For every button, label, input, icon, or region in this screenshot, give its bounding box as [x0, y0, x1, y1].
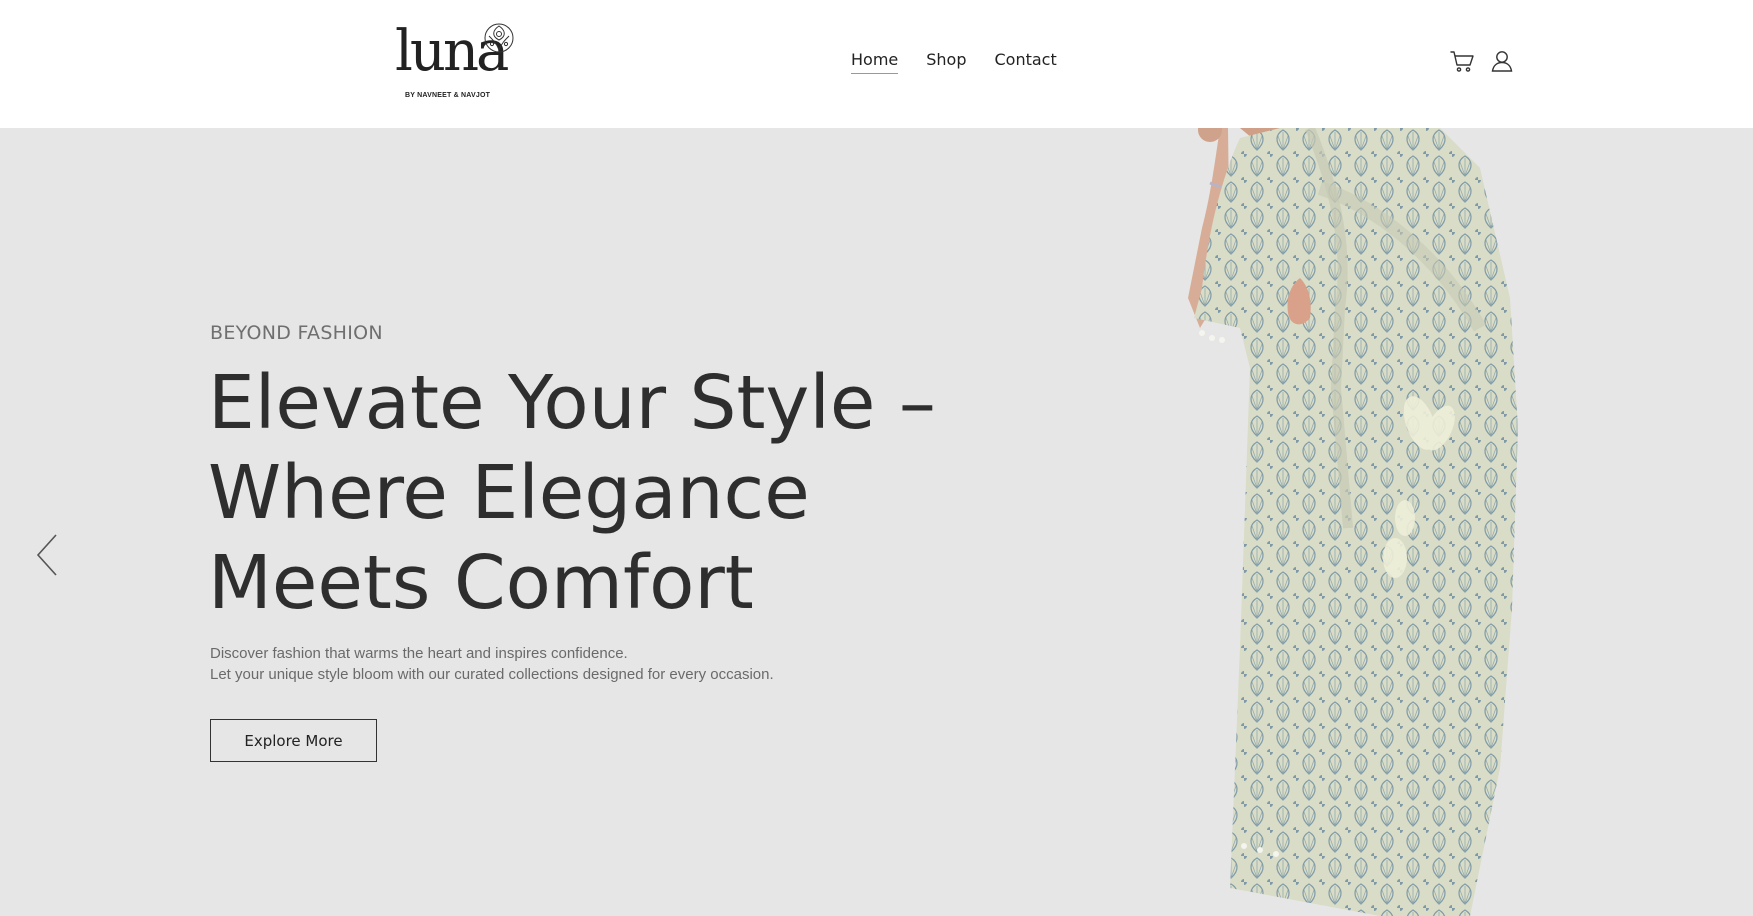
description-line: Discover fashion that warms the heart an… — [210, 645, 628, 662]
brand-logo[interactable]: luna BY NAVNEET & NAVJOT — [393, 18, 523, 104]
chevron-left-icon[interactable] — [32, 533, 62, 577]
flower-icon — [484, 23, 514, 53]
nav-contact[interactable]: Contact — [995, 50, 1057, 74]
user-icon[interactable] — [1489, 48, 1515, 74]
headline-line: Where Elegance — [208, 450, 810, 536]
cart-icon[interactable] — [1449, 48, 1475, 74]
hero-model-image — [1188, 128, 1518, 916]
hero-eyebrow: BEYOND FASHION — [210, 322, 383, 344]
hero-headline: Elevate Your Style – Where Elegance Meet… — [208, 358, 988, 628]
headline-line: Elevate Your Style – — [208, 360, 936, 446]
description-line: Let your unique style bloom with our cur… — [210, 666, 774, 683]
hero-description: Discover fashion that warms the heart an… — [210, 643, 774, 685]
headline-line: Meets Comfort — [208, 540, 754, 626]
nav-home[interactable]: Home — [851, 50, 899, 74]
logo-subtitle: BY NAVNEET & NAVJOT — [405, 92, 491, 99]
explore-more-button[interactable]: Explore More — [210, 719, 377, 762]
main-nav: Home Shop Contact — [851, 50, 1057, 74]
nav-shop[interactable]: Shop — [926, 50, 966, 74]
hero-banner: BEYOND FASHION Elevate Your Style – Wher… — [0, 128, 1753, 916]
site-header: luna BY NAVNEET & NAVJOT Home Shop Conta… — [0, 0, 1753, 128]
